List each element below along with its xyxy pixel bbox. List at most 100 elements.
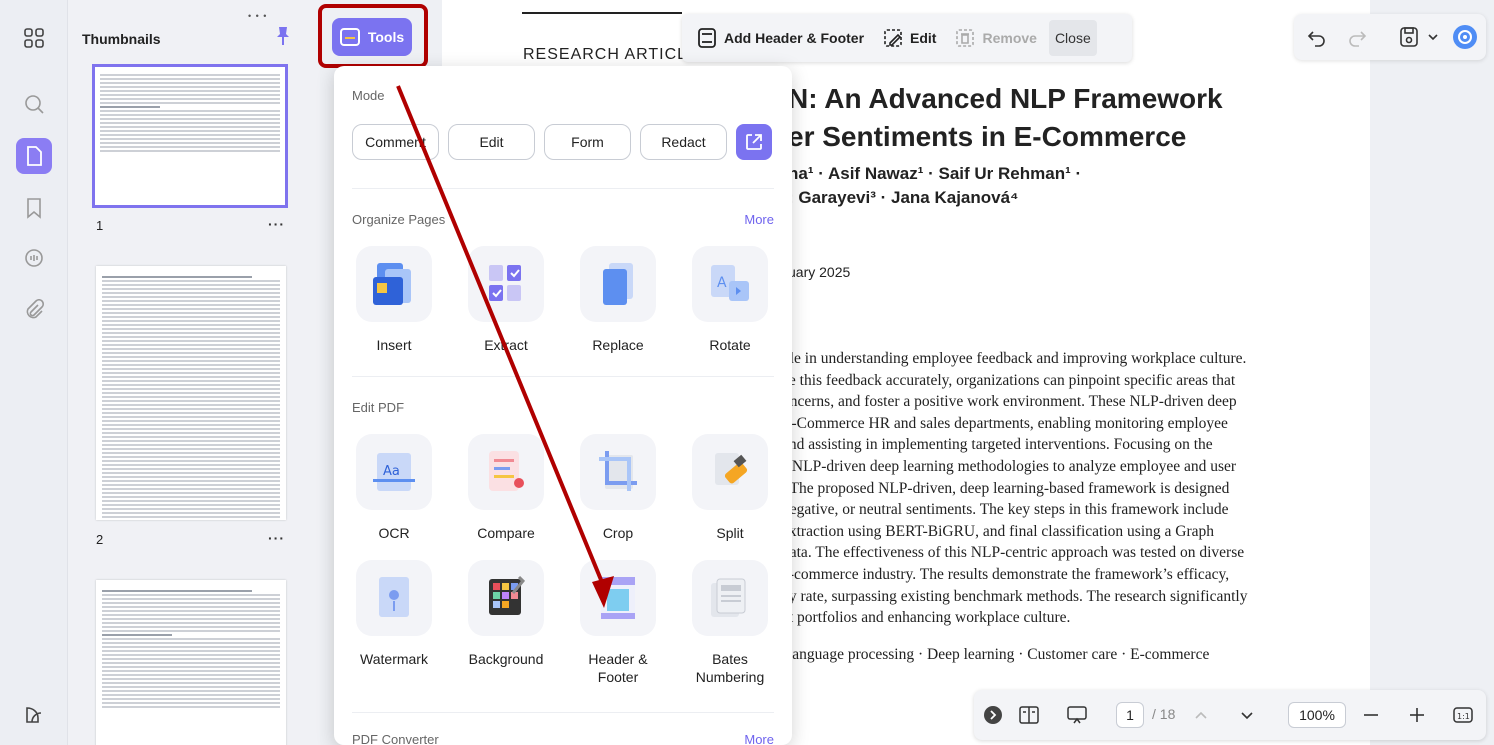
- watermark-label: Watermark: [360, 651, 428, 667]
- body-line: e-commerce industry. The results demonst…: [782, 565, 1230, 583]
- title-line: er Sentiments in E-Commerce: [788, 121, 1187, 152]
- insert-tool[interactable]: Insert: [344, 246, 444, 354]
- rotate-tool[interactable]: A Rotate: [680, 246, 780, 354]
- ocr-tool[interactable]: Aa OCR: [344, 434, 444, 542]
- insert-label: Insert: [376, 337, 412, 353]
- close-button[interactable]: Close: [1048, 20, 1097, 56]
- add-header-footer-label: Add Header & Footer: [724, 30, 865, 46]
- crop-tool[interactable]: Crop: [568, 434, 668, 542]
- body-line: ze this feedback accurately, organizatio…: [782, 371, 1236, 389]
- page-more-button[interactable]: ···: [268, 530, 285, 546]
- pdf-converter-section-title: PDF Converter: [352, 732, 439, 745]
- page-thumbnail-1[interactable]: [92, 64, 288, 208]
- body-line: nata. The effectiveness of this NLP-cent…: [782, 544, 1245, 562]
- page-number: 1: [96, 218, 104, 233]
- previous-page-icon[interactable]: [1190, 704, 1212, 726]
- redo-icon[interactable]: [1346, 26, 1368, 48]
- divider: [352, 712, 774, 713]
- toolbox-icon: [339, 28, 360, 46]
- total-pages: / 18: [1152, 706, 1176, 722]
- header-footer-tool[interactable]: Header & Footer: [568, 560, 668, 686]
- background-palette-icon: [489, 575, 526, 615]
- header-footer-label: Header & Footer: [588, 651, 648, 685]
- add-header-footer-button[interactable]: Add Header & Footer: [690, 20, 870, 56]
- title-line: N: An Advanced NLP Framework: [788, 83, 1223, 114]
- mode-edit-button[interactable]: Edit: [448, 124, 535, 160]
- theme-leaf-icon[interactable]: [16, 696, 52, 732]
- expand-chevron-icon[interactable]: [982, 704, 1004, 726]
- organize-more-link[interactable]: More: [744, 212, 774, 227]
- two-page-view-icon[interactable]: [1018, 704, 1040, 726]
- page-thumbnail-3[interactable]: [96, 580, 286, 745]
- body-line: ole in understanding employee feedback a…: [782, 350, 1247, 367]
- crop-icon: [599, 451, 637, 491]
- bates-numbering-label: Bates Numbering: [695, 651, 765, 685]
- divider: [352, 376, 774, 377]
- zoom-out-icon[interactable]: [1360, 704, 1382, 726]
- watermark-tool[interactable]: Watermark: [344, 560, 444, 668]
- page-number: 2: [96, 532, 104, 547]
- search-icon[interactable]: [16, 86, 52, 122]
- thumbnails-page-icon[interactable]: [16, 138, 52, 174]
- tools-label: Tools: [367, 29, 405, 45]
- remove-label: Remove: [982, 30, 1037, 46]
- current-page-input[interactable]: 1: [1116, 702, 1144, 728]
- body-line: ct portfolios and enhancing workplace cu…: [782, 609, 1071, 627]
- panel-grip[interactable]: • • •: [248, 11, 267, 21]
- body-line: s NLP-driven deep learning methodologies…: [782, 457, 1237, 475]
- insert-pages-icon: [373, 263, 411, 305]
- bates-numbering-tool[interactable]: Bates Numbering: [680, 560, 780, 686]
- compare-label: Compare: [477, 525, 535, 541]
- header-footer-toolbar: Add Header & Footer Edit Remove Close: [682, 14, 1132, 62]
- save-icon[interactable]: [1398, 26, 1420, 48]
- chevron-down-icon[interactable]: [1422, 26, 1444, 48]
- abstract-body: ole in understanding employee feedback a…: [782, 348, 1294, 629]
- ai-assistant-icon[interactable]: [1452, 24, 1478, 50]
- tools-button[interactable]: Tools: [332, 18, 412, 56]
- replace-pages-icon: [603, 263, 633, 305]
- background-label: Background: [468, 651, 544, 667]
- next-page-icon[interactable]: [1236, 704, 1258, 726]
- mode-form-button[interactable]: Form: [544, 124, 631, 160]
- page-thumbnail-2[interactable]: [96, 266, 286, 520]
- document-title: N: An Advanced NLP Framework er Sentimen…: [788, 80, 1348, 156]
- split-tool[interactable]: Split: [680, 434, 780, 542]
- apps-grid-icon[interactable]: [16, 20, 52, 56]
- mode-redact-button[interactable]: Redact: [640, 124, 727, 160]
- compare-tool[interactable]: Compare: [456, 434, 556, 542]
- body-line: E-Commerce HR and sales departments, ena…: [782, 414, 1228, 432]
- edit-pdf-section-title: Edit PDF: [352, 400, 405, 415]
- body-line: extraction using BERT-BiGRU, and final c…: [782, 522, 1214, 540]
- open-external-button[interactable]: [736, 124, 772, 160]
- bottom-navigation-bar: 1 / 18 100% 1:1: [974, 690, 1486, 740]
- background-tool[interactable]: Background: [456, 560, 556, 668]
- attachment-icon[interactable]: [16, 292, 52, 328]
- extract-tool[interactable]: Extract: [456, 246, 556, 354]
- header-rule: [522, 12, 682, 14]
- page-more-button[interactable]: ···: [268, 216, 285, 232]
- actual-size-icon[interactable]: 1:1: [1452, 704, 1474, 726]
- body-line: and assisting in implementing targeted i…: [782, 436, 1213, 454]
- rotate-pages-icon: A: [711, 265, 749, 301]
- watermark-icon: [379, 577, 409, 617]
- replace-tool[interactable]: Replace: [568, 246, 668, 354]
- presentation-icon[interactable]: [1066, 704, 1088, 726]
- pin-icon[interactable]: [274, 26, 292, 46]
- bookmark-icon[interactable]: [16, 190, 52, 226]
- header-footer-icon: [698, 28, 716, 48]
- body-line: oncerns, and foster a positive work envi…: [782, 393, 1237, 411]
- authors-line: : Garayevi³ · Jana Kajanová⁴: [788, 188, 1019, 207]
- mode-comment-button[interactable]: Comment: [352, 124, 439, 160]
- thumbnails-title: Thumbnails: [82, 31, 161, 47]
- body-line: . The proposed NLP-driven, deep learning…: [782, 479, 1230, 497]
- zoom-in-icon[interactable]: [1406, 704, 1428, 726]
- undo-icon[interactable]: [1306, 26, 1328, 48]
- replace-label: Replace: [592, 337, 644, 353]
- comments-icon[interactable]: [16, 240, 52, 276]
- rotate-label: Rotate: [709, 337, 751, 353]
- remove-header-footer-button[interactable]: Remove: [948, 20, 1042, 56]
- edit-header-footer-button[interactable]: Edit: [876, 20, 942, 56]
- document-authors: na¹ · Asif Nawaz¹ · Saif Ur Rehman¹ · : …: [788, 162, 1288, 210]
- converter-more-link[interactable]: More: [744, 732, 774, 745]
- zoom-level-input[interactable]: 100%: [1288, 702, 1346, 728]
